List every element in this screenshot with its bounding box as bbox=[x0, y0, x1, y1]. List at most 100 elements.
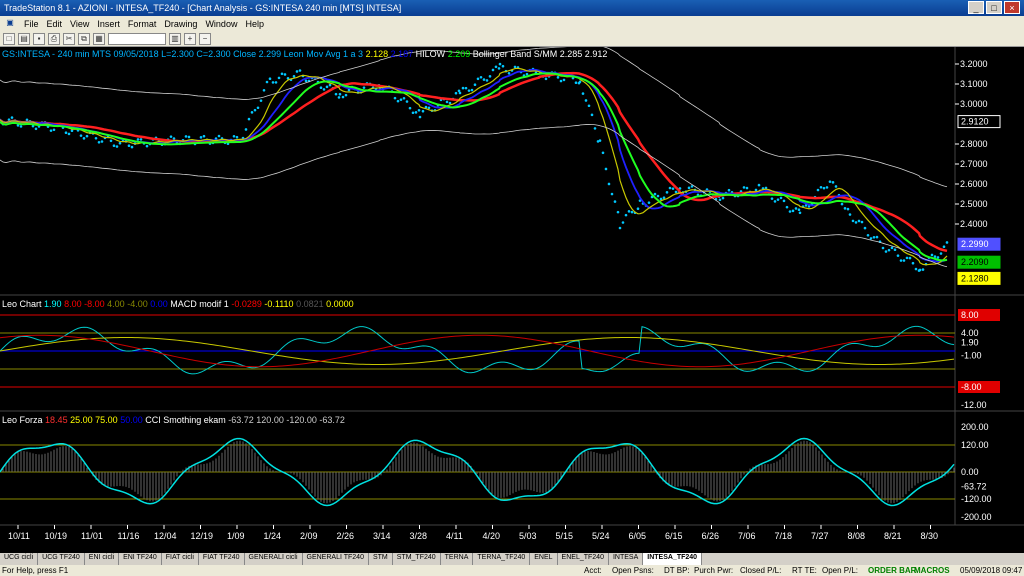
tab-generali-tf240[interactable]: GENERALI TF240 bbox=[303, 553, 369, 565]
menu-drawing[interactable]: Drawing bbox=[164, 19, 197, 29]
print-icon[interactable]: ⎙ bbox=[48, 32, 60, 45]
menu-window[interactable]: Window bbox=[205, 19, 237, 29]
tab-stm[interactable]: STM bbox=[369, 553, 393, 565]
price-point bbox=[942, 245, 946, 248]
price-point bbox=[647, 201, 651, 204]
save-icon[interactable]: ▪ bbox=[33, 32, 45, 45]
toolbar: □ ▤ ▪ ⎙ ✂ ⧉ ▦ ▥ + − bbox=[0, 31, 1024, 47]
copy-icon[interactable]: ⧉ bbox=[78, 32, 90, 45]
tab-terna-tf240[interactable]: TERNA_TF240 bbox=[473, 553, 531, 565]
pane3-tick-label: -63.72 bbox=[961, 481, 987, 491]
price-point bbox=[235, 135, 239, 139]
cut-icon[interactable]: ✂ bbox=[63, 32, 75, 45]
tab-stm-tf240[interactable]: STM_TF240 bbox=[393, 553, 441, 565]
menu-help[interactable]: Help bbox=[245, 19, 264, 29]
price-point bbox=[19, 125, 23, 128]
price-point bbox=[259, 99, 263, 102]
date-tick-label: 5/24 bbox=[592, 531, 610, 541]
price-point bbox=[476, 77, 480, 81]
date-tick-label: 3/14 bbox=[373, 531, 391, 541]
price-point bbox=[613, 200, 617, 203]
close-button[interactable]: × bbox=[1004, 1, 1020, 14]
chart-svg[interactable]: 3.2000 3.1000 3.0000 2.8000 2.7000 2.6000 2.50… bbox=[0, 44, 1024, 545]
menu-format[interactable]: Format bbox=[128, 19, 157, 29]
legend-p3-3: 75.00 bbox=[95, 415, 118, 425]
price-tick-label: 3.0000 bbox=[960, 99, 988, 109]
tab-enel[interactable]: ENEL bbox=[530, 553, 558, 565]
menu-edit[interactable]: Edit bbox=[47, 19, 63, 29]
price-point bbox=[911, 261, 915, 265]
price-point bbox=[616, 210, 620, 214]
maximize-button[interactable]: □ bbox=[986, 1, 1002, 14]
price-tick-label: 2.7000 bbox=[960, 159, 988, 169]
price-point bbox=[584, 99, 588, 102]
new-icon[interactable]: □ bbox=[3, 32, 15, 45]
menu-file[interactable]: File bbox=[24, 19, 39, 29]
price-tag-label: 2.9120 bbox=[961, 117, 989, 127]
price-tick-label: 2.6000 bbox=[960, 179, 988, 189]
price-point bbox=[295, 70, 299, 73]
price-point bbox=[757, 183, 761, 187]
price-point bbox=[100, 140, 104, 143]
zoom-out-icon[interactable]: − bbox=[199, 32, 211, 45]
order-bar-button[interactable]: ORDER BAR bbox=[868, 566, 916, 575]
tab-ucg-tf240[interactable]: UCG TF240 bbox=[38, 553, 85, 565]
tab-eni-cicli[interactable]: ENI cicli bbox=[85, 553, 120, 565]
chart-area[interactable]: 3.2000 3.1000 3.0000 2.8000 2.7000 2.6000 2.50… bbox=[0, 44, 1024, 545]
date-tick-label: 3/28 bbox=[410, 531, 428, 541]
price-point bbox=[816, 188, 820, 192]
tab-fiat-tf240[interactable]: FIAT TF240 bbox=[199, 553, 245, 565]
zoom-in-icon[interactable]: + bbox=[184, 32, 196, 45]
tab-enel-tf240[interactable]: ENEL_TF240 bbox=[558, 553, 609, 565]
date-tick-label: 8/21 bbox=[884, 531, 902, 541]
legend-p3-0: Leo Forza bbox=[2, 415, 43, 425]
tab-intesa-tf240[interactable]: INTESA_TF240 bbox=[643, 553, 703, 565]
bollinger-upper bbox=[0, 44, 948, 188]
menu-insert[interactable]: Insert bbox=[97, 19, 120, 29]
status-help: For Help, press F1 bbox=[2, 566, 69, 575]
tab-ucg-cicli[interactable]: UCG cicli bbox=[0, 553, 39, 565]
legend-p2-3: -8.00 bbox=[84, 299, 105, 309]
price-point bbox=[662, 196, 666, 199]
price-point bbox=[277, 76, 281, 80]
price-point bbox=[292, 75, 296, 78]
price-point bbox=[338, 92, 342, 96]
price-point bbox=[427, 106, 431, 110]
price-point bbox=[782, 199, 786, 203]
price-point bbox=[467, 89, 471, 92]
status-bar: For Help, press F1 Acct: Open Psns: DT B… bbox=[0, 565, 1024, 576]
tab-eni-tf240[interactable]: ENI TF240 bbox=[119, 553, 162, 565]
minimize-button[interactable]: _ bbox=[968, 1, 984, 14]
price-point bbox=[411, 111, 415, 115]
price-point bbox=[112, 144, 116, 148]
price-point bbox=[169, 135, 173, 138]
price-point bbox=[473, 83, 477, 86]
price-tick-label: 2.8000 bbox=[960, 139, 988, 149]
tab-intesa[interactable]: INTESA bbox=[609, 553, 644, 565]
tab-fiat-cicli[interactable]: FIAT cicli bbox=[162, 553, 199, 565]
price-point bbox=[271, 81, 275, 84]
menu-view[interactable]: View bbox=[70, 19, 89, 29]
price-point bbox=[939, 252, 943, 255]
tab-generali-cicli[interactable]: GENERALI cicli bbox=[245, 553, 303, 565]
pane3-tick-label: 200.00 bbox=[961, 422, 989, 432]
price-point bbox=[145, 144, 149, 148]
price-point bbox=[933, 255, 937, 258]
price-point bbox=[217, 134, 221, 138]
price-point bbox=[668, 186, 672, 190]
tab-terna[interactable]: TERNA bbox=[441, 553, 474, 565]
paste-icon[interactable]: ▦ bbox=[93, 32, 105, 45]
date-tick-label: 4/11 bbox=[446, 531, 463, 541]
open-icon[interactable]: ▤ bbox=[18, 32, 30, 45]
price-point bbox=[848, 213, 852, 216]
price-point bbox=[52, 128, 56, 132]
pane3-legend: Leo Forza 18.45 25.00 75.00 50.00 CCI Sm… bbox=[2, 415, 345, 425]
pane2-tick-label: -1.00 bbox=[961, 351, 982, 361]
price-point bbox=[687, 186, 691, 190]
price-point bbox=[247, 117, 251, 121]
symbol-combo[interactable] bbox=[108, 32, 166, 45]
status-closed-pl: Closed P/L: bbox=[740, 566, 782, 575]
macros-button[interactable]: MACROS bbox=[914, 566, 950, 575]
chart-icon[interactable]: ▥ bbox=[169, 32, 181, 45]
price-point bbox=[869, 237, 873, 240]
